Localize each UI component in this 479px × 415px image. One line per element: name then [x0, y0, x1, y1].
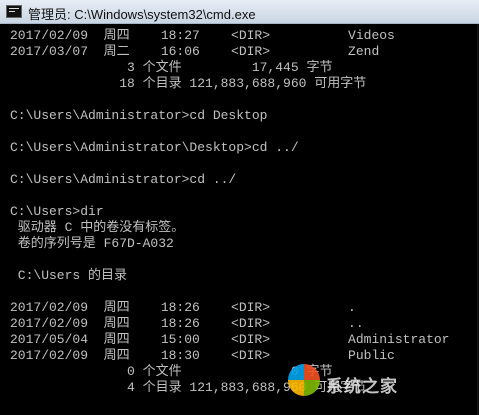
- console-line: 2017/02/09 周四 18:27 <DIR> Videos: [10, 28, 395, 43]
- console-line: 2017/02/09 周四 18:30 <DIR> Public: [10, 348, 395, 363]
- console-line: 2017/02/09 周四 18:26 <DIR> .: [10, 300, 356, 315]
- console-line: 2017/03/07 周二 16:06 <DIR> Zend: [10, 44, 380, 59]
- window-title: 管理员: C:\Windows\system32\cmd.exe: [28, 7, 256, 22]
- console-line: 卷的序列号是 F67D-A032: [10, 236, 174, 251]
- console-line: 2017/02/09 周四 18:26 <DIR> ..: [10, 316, 364, 331]
- console-line: 0 个文件 0 字节: [10, 364, 333, 379]
- console-line: 3 个文件 17,445 字节: [10, 60, 333, 75]
- console-line: C:\Users\Administrator\Desktop>cd ../: [10, 140, 299, 155]
- console-line: 2017/05/04 周四 15:00 <DIR> Administrator: [10, 332, 450, 347]
- command-prompt-icon: [6, 5, 22, 18]
- console-line: C:\Users 的目录: [10, 268, 128, 283]
- console-line: C:\Users\Administrator>cd Desktop: [10, 108, 268, 123]
- console-line: 18 个目录 121,883,688,960 可用字节: [10, 76, 367, 91]
- cmd-window: 管理员: C:\Windows\system32\cmd.exe 2017/02…: [0, 0, 479, 415]
- console-line: C:\Users>dir: [10, 204, 104, 219]
- console-output[interactable]: 2017/02/09 周四 18:27 <DIR> Videos 2017/03…: [0, 24, 479, 415]
- console-line: 驱动器 C 中的卷没有标签。: [10, 220, 185, 235]
- console-line: C:\Users\Administrator>cd ../: [10, 172, 237, 187]
- console-line: 4 个目录 121,883,688,960 可用字节: [10, 380, 367, 395]
- title-bar[interactable]: 管理员: C:\Windows\system32\cmd.exe: [0, 0, 479, 24]
